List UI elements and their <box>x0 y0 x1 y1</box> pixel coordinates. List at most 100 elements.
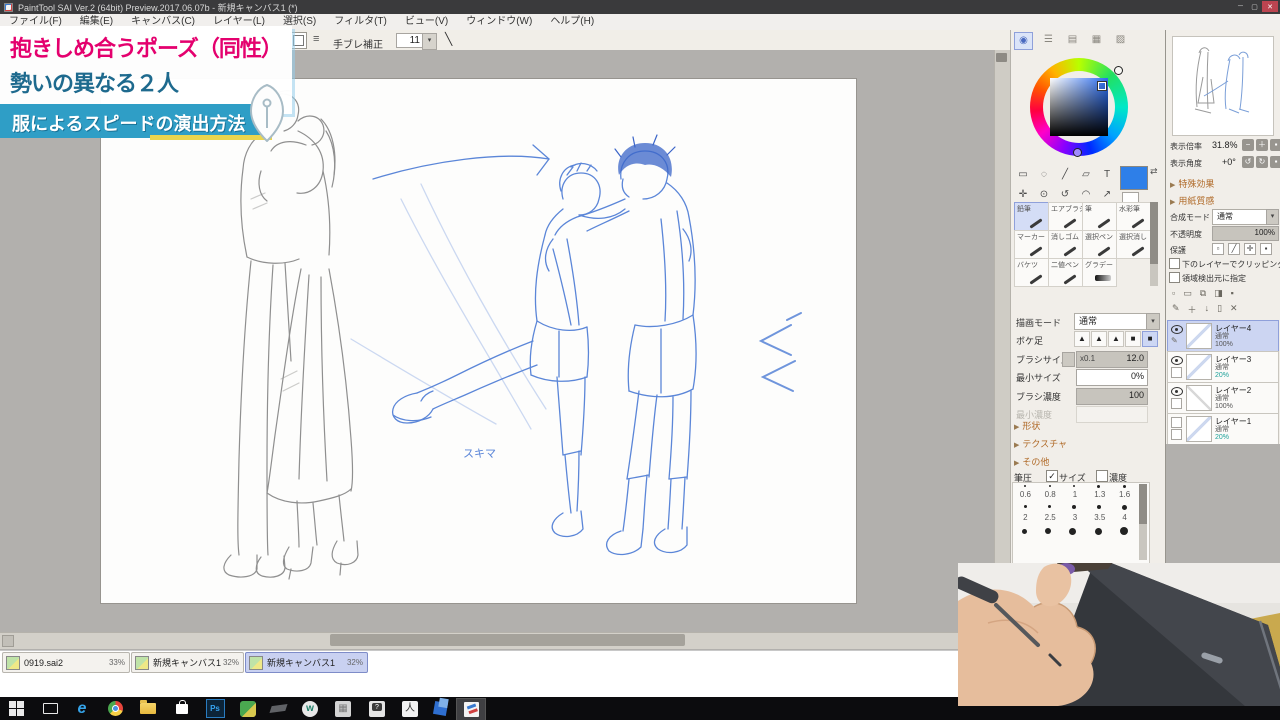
edge-shape-5[interactable]: ■ <box>1142 331 1158 347</box>
layer-fx-icon[interactable]: ▪ <box>1231 288 1234 299</box>
brush-watercolor[interactable]: 水彩筆 <box>1116 202 1151 231</box>
section-paper-texture[interactable]: ▶用紙質感 <box>1170 194 1214 207</box>
draw-mode-select[interactable]: 通常 <box>1074 313 1150 330</box>
sai-taskbar-icon-active[interactable] <box>456 698 486 720</box>
drawing-canvas[interactable]: スキマ <box>100 78 857 604</box>
protect-opacity-icon[interactable]: ▫ <box>1212 243 1224 255</box>
preset-size[interactable]: 4 <box>1112 513 1137 522</box>
line-tool-icon[interactable]: ╲ <box>445 32 452 46</box>
paint-app-icon[interactable] <box>236 698 260 719</box>
edge-shape-4[interactable]: ■ <box>1125 331 1141 347</box>
visibility-eye-icon[interactable] <box>1171 325 1183 334</box>
preset-size[interactable]: 1.6 <box>1112 490 1137 499</box>
layer-checkbox[interactable] <box>1171 367 1182 378</box>
hue-marker[interactable] <box>1114 66 1123 75</box>
preset-size[interactable]: 0.6 <box>1013 490 1038 499</box>
pressure-density-checkbox[interactable] <box>1096 470 1108 482</box>
layer-row-1[interactable]: レイヤー1 通常 20% <box>1167 413 1279 445</box>
swatches-tab-icon[interactable]: ▦ <box>1088 32 1105 48</box>
layer-checkbox[interactable] <box>1171 398 1182 409</box>
preset-size[interactable]: 2.5 <box>1038 513 1063 522</box>
snap-icon[interactable]: ≡ <box>313 33 319 45</box>
brush-eraser[interactable]: 消しゴム <box>1048 230 1083 259</box>
section-texture[interactable]: ▶テクスチャ <box>1014 437 1067 450</box>
menu-help[interactable]: ヘルプ(H) <box>541 14 603 30</box>
edge-icon[interactable]: e <box>70 698 94 719</box>
visibility-eye-icon[interactable] <box>1171 356 1183 365</box>
file-explorer-icon[interactable] <box>136 698 160 719</box>
duplicate-layer-icon[interactable]: ⧉ <box>1200 288 1206 299</box>
brush-pencil[interactable]: 鉛筆 <box>1014 202 1049 231</box>
new-layer-icon[interactable]: ▫ <box>1172 288 1175 299</box>
flip-view-tool[interactable]: ◠ <box>1077 186 1095 203</box>
scratchpad-tab-icon[interactable]: ▨ <box>1112 32 1129 48</box>
size-unit-button[interactable] <box>1062 352 1075 367</box>
preset-size[interactable]: 3.5 <box>1087 513 1112 522</box>
menu-view[interactable]: ビュー(V) <box>396 14 457 30</box>
draw-mode-dropdown[interactable]: ▾ <box>1146 313 1160 330</box>
merge-down-icon[interactable]: ＋ <box>1188 303 1197 316</box>
navigator-thumbnail[interactable] <box>1172 36 1274 136</box>
zoom-tool[interactable]: ⊙ <box>1035 186 1053 203</box>
preset-size[interactable]: 1 <box>1063 490 1088 499</box>
protect-all-icon[interactable]: ▪ <box>1260 243 1272 255</box>
brush-grid-scroll-thumb[interactable] <box>1150 202 1158 264</box>
clipping-checkbox[interactable] <box>1169 258 1180 269</box>
doc-tab-0919[interactable]: 0919.sai2 33% <box>2 652 130 673</box>
close-button[interactable]: ✕ <box>1262 1 1278 12</box>
move-tool[interactable]: ✛ <box>1014 186 1032 203</box>
visibility-eye-icon[interactable] <box>1171 387 1183 396</box>
sv-marker[interactable] <box>1098 82 1106 90</box>
brush-marker[interactable]: マーカー <box>1014 230 1049 259</box>
capture-app-icon[interactable]: ▦ <box>331 698 355 719</box>
stabilizer-dropdown[interactable]: ▾ <box>422 33 437 50</box>
section-special-effects[interactable]: ▶特殊効果 <box>1170 177 1214 190</box>
edge-shape-2[interactable]: ▲ <box>1091 331 1107 347</box>
horizontal-scroll-thumb[interactable] <box>330 634 685 646</box>
zoom-in-button[interactable]: ＋ <box>1256 139 1268 151</box>
delete-layer-icon[interactable]: ✕ <box>1230 303 1238 316</box>
detect-source-checkbox[interactable] <box>1169 272 1180 283</box>
brush-density-slider[interactable]: 100 <box>1076 388 1148 405</box>
layer-row-4[interactable]: ✎ レイヤー4 通常 100% <box>1167 320 1279 352</box>
vertical-scrollbar[interactable] <box>994 50 1011 632</box>
color-wheel-tab-icon[interactable]: ◉ <box>1014 32 1033 50</box>
select-rect-tool[interactable]: ▭ <box>1014 166 1032 183</box>
polygon-select-tool[interactable]: ▱ <box>1077 166 1095 183</box>
layer-opacity-slider[interactable]: 100% <box>1212 226 1279 241</box>
tablet-wedge-icon[interactable] <box>266 698 290 719</box>
swap-colors-icon[interactable]: ⇄ <box>1150 166 1158 177</box>
text-tool[interactable]: T <box>1098 166 1116 183</box>
hue-marker-bottom[interactable] <box>1073 148 1082 157</box>
wacom-icon[interactable]: w <box>298 698 322 719</box>
section-other[interactable]: ▶その他 <box>1014 455 1049 468</box>
store-icon[interactable] <box>170 698 194 719</box>
rotate-view-tool[interactable]: ↺ <box>1056 186 1074 203</box>
stabilizer-value[interactable]: 11 <box>396 33 423 48</box>
pressure-size-checkbox[interactable]: ✓ <box>1046 470 1058 482</box>
transfer-down-icon[interactable]: ↓ <box>1205 303 1210 316</box>
zoom-reset-button[interactable]: ▪ <box>1270 139 1280 151</box>
layer-checkbox[interactable] <box>1171 429 1182 440</box>
layer-row-3[interactable]: レイヤー3 通常 20% <box>1167 351 1279 383</box>
preset-size[interactable]: 0.8 <box>1038 490 1063 499</box>
menu-window[interactable]: ウィンドウ(W) <box>457 14 541 30</box>
brush-select-eraser[interactable]: 選択消し <box>1116 230 1151 259</box>
rgb-slider-tab-icon[interactable]: ☰ <box>1040 32 1057 48</box>
person-app-icon[interactable]: 人 <box>398 698 422 719</box>
task-view-icon[interactable] <box>38 698 62 719</box>
help-bubble-icon[interactable] <box>365 698 389 719</box>
layer-pen-icon[interactable]: ✎ <box>1172 303 1180 316</box>
protect-stroke-icon[interactable]: ╱ <box>1228 243 1240 255</box>
brush-size-slider[interactable]: x0.112.0 <box>1076 351 1148 368</box>
preset-size[interactable]: 3 <box>1063 513 1088 522</box>
vertical-scroll-button[interactable] <box>996 53 1007 62</box>
rotate-ccw-button[interactable]: ↺ <box>1242 156 1254 168</box>
layer-checkbox[interactable] <box>1171 417 1182 428</box>
layer-mask-icon[interactable]: ◨ <box>1214 288 1223 299</box>
angle-reset-button[interactable]: ▪ <box>1270 156 1280 168</box>
magic-wand-tool[interactable]: ╱ <box>1056 166 1074 183</box>
doc-tab-canvas1a[interactable]: 新規キャンバス1 32% <box>131 652 244 673</box>
new-folder-icon[interactable]: ▭ <box>1183 288 1192 299</box>
layer-row-2[interactable]: レイヤー2 通常 100% <box>1167 382 1279 414</box>
